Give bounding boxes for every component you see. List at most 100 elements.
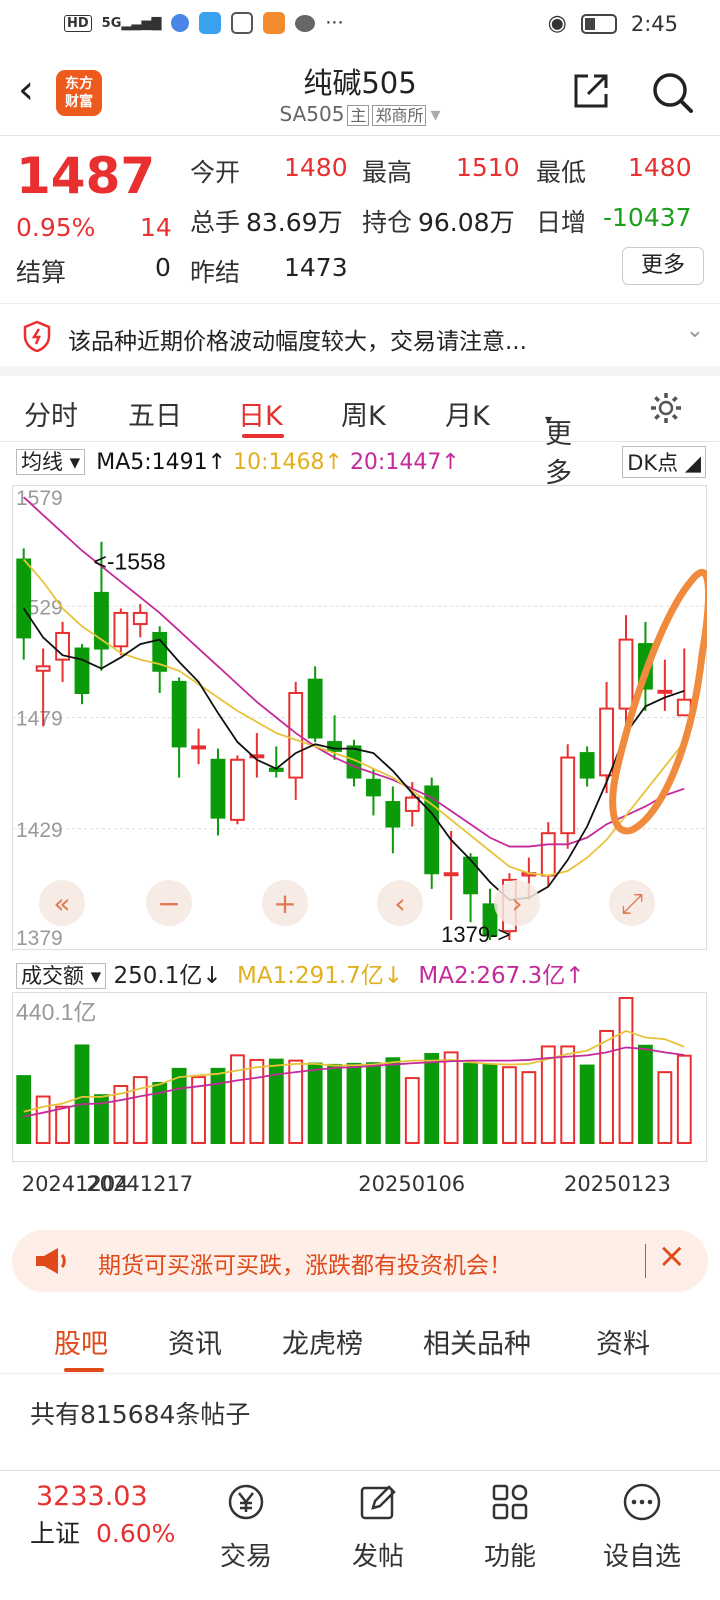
volume-bar: [249, 1058, 265, 1144]
settle-value: 0: [155, 253, 171, 282]
candlestick-chart[interactable]: 15791529147914291379<-15581379->« − + ‹ › ⤢: [12, 485, 707, 950]
tab-guba[interactable]: 股吧: [54, 1322, 108, 1361]
tab-monthly-k[interactable]: 月K: [445, 394, 490, 433]
candle: [307, 678, 323, 739]
volume-bar: [268, 1058, 284, 1144]
nav-functions[interactable]: 功能: [450, 1481, 570, 1573]
tab-weekly-k[interactable]: 周K: [341, 394, 386, 433]
volume-bar: [482, 1063, 498, 1144]
daily-inc-label: 日增: [536, 208, 587, 237]
nav-post[interactable]: 发帖: [318, 1481, 438, 1573]
page-title: 纯碱505: [303, 66, 417, 100]
candle: [599, 707, 614, 777]
candle: [463, 856, 478, 895]
clock-time: 2:45: [630, 11, 678, 36]
candle: [16, 558, 32, 639]
volume-bar: [16, 1075, 32, 1144]
battery-icon: [580, 13, 617, 34]
tab-intraday[interactable]: 分时: [24, 394, 78, 433]
volume-legend: 成交额 ▾ 250.1亿↓ MA1:291.7亿↓ MA2:267.3亿↑: [16, 956, 706, 990]
y-tick-label: 1579: [16, 487, 63, 510]
tab-related[interactable]: 相关品种: [423, 1322, 531, 1361]
open-label: 今开: [190, 158, 241, 187]
last-price: 1487: [16, 147, 156, 205]
candle: [366, 778, 381, 797]
volume-bar: [171, 1067, 187, 1144]
volume-bar: [35, 1095, 51, 1144]
volume-bar: [463, 1062, 478, 1144]
next-icon[interactable]: ›: [494, 880, 540, 926]
more-button[interactable]: 更多: [622, 247, 704, 285]
search-icon[interactable]: [650, 70, 694, 114]
ma20-label: 20:1447↑: [349, 450, 460, 475]
volume-selector[interactable]: 成交额 ▾: [16, 963, 107, 989]
candle: [113, 611, 129, 648]
nav-trade-label: 交易: [219, 1542, 272, 1572]
tab-profile[interactable]: 资料: [596, 1322, 650, 1361]
change-pct: 0.95%: [16, 213, 96, 242]
control-glyph: ‹: [394, 887, 405, 920]
app-header: ‹ 东方 财富 纯碱505 SA505 主郑商所 ▾: [0, 50, 720, 136]
share-icon[interactable]: [570, 70, 612, 112]
prev-settle-value: 1473: [284, 253, 348, 282]
candle: [385, 801, 401, 828]
double-left-icon[interactable]: «: [39, 880, 85, 926]
more-dots-icon: ···: [325, 12, 344, 34]
tab-dragon-tiger[interactable]: 龙虎榜: [282, 1322, 363, 1361]
warning-bar[interactable]: 该品种近期价格波动幅度较大，交易请注意... ⌄: [0, 304, 720, 376]
chat-icon: [295, 14, 316, 32]
nav-post-label: 发帖: [351, 1542, 404, 1572]
candle: [540, 832, 556, 877]
volume-bar: [346, 1062, 362, 1144]
dk-point-button[interactable]: DK点 ◢: [622, 446, 706, 478]
volume-bar: [676, 1054, 692, 1144]
gear-icon[interactable]: [648, 390, 684, 426]
zoom-out-icon[interactable]: −: [146, 880, 192, 926]
quote-panel: 1487 0.95% 14 结算 0 今开 1480 最高 1510 最低 14…: [0, 137, 720, 304]
volume-bar: [74, 1044, 90, 1144]
volume-bar: [230, 1054, 245, 1144]
control-glyph: −: [157, 887, 180, 920]
control-glyph: «: [53, 887, 70, 920]
candle: [424, 785, 440, 875]
control-glyph: ⤢: [621, 887, 643, 920]
nav-add-watchlist[interactable]: 设自选: [582, 1481, 702, 1573]
candle: [443, 872, 459, 877]
5g-signal-icon: 5G▂▃▅▇: [101, 15, 162, 31]
ma-selector[interactable]: 均线 ▾: [16, 449, 86, 475]
tab-five-day[interactable]: 五日: [128, 394, 182, 433]
volume-bar: [560, 1045, 576, 1144]
promo-divider: [645, 1244, 646, 1278]
contract-subtitle[interactable]: SA505 主郑商所 ▾: [0, 102, 720, 126]
nav-trade[interactable]: 交易: [186, 1481, 306, 1573]
volume-bar: [327, 1063, 342, 1144]
nav-functions-label: 功能: [483, 1542, 536, 1572]
change-value: 14: [140, 213, 172, 242]
expand-icon[interactable]: ⤢: [609, 880, 655, 926]
tab-daily-k[interactable]: 日K: [238, 394, 283, 433]
promo-banner[interactable]: 期货可买涨可买跌，涨跌都有投资机会！ ×: [12, 1230, 708, 1292]
zoom-in-icon[interactable]: +: [262, 880, 308, 926]
candle: [171, 680, 187, 748]
volume-bar: [385, 1057, 401, 1144]
vol-ma2-label: MA2:267.3亿↑: [418, 963, 585, 989]
chevron-down-icon[interactable]: ⌄: [686, 318, 704, 343]
nav-add-watchlist-label: 设自选: [602, 1542, 681, 1572]
index-name: 上证: [30, 1519, 81, 1548]
index-ticker[interactable]: 3233.03 上证 0.60%: [30, 1481, 190, 1550]
candle: [230, 758, 245, 821]
control-glyph: ›: [511, 887, 522, 920]
close-icon[interactable]: ×: [658, 1236, 687, 1276]
edit-icon: [360, 1485, 396, 1520]
candle: [657, 689, 673, 694]
prev-icon[interactable]: ‹: [377, 880, 423, 926]
y-tick-label: 1479: [16, 708, 63, 731]
promo-text: 期货可买涨可买跌，涨跌都有投资机会！: [98, 1253, 512, 1279]
vol-ma1-label: MA1:291.7亿↓: [236, 963, 404, 989]
tab-news[interactable]: 资讯: [168, 1322, 222, 1361]
ma10-label: 10:1468↑: [233, 450, 343, 475]
x-tick-label: 20241217: [86, 1172, 194, 1196]
candle: [210, 758, 226, 819]
volume-bar: [55, 1105, 70, 1144]
volume-max-label: 440.1亿: [16, 999, 97, 1025]
